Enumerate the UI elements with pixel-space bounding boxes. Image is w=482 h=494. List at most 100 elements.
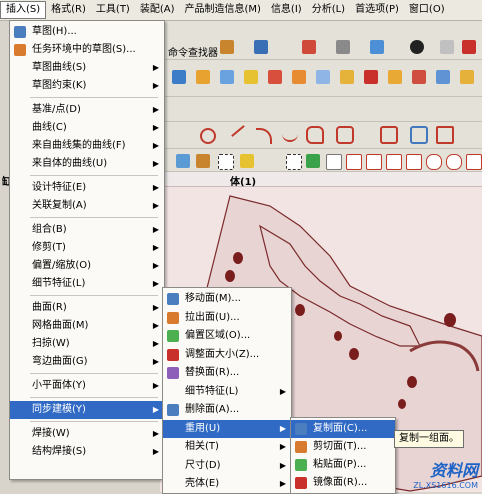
insert_menu-item-10[interactable]: 设计特征(E) ▶: [10, 179, 164, 197]
trim-body-icon[interactable]: [340, 70, 354, 84]
insert_menu-item-16[interactable]: 细节特征(L) ▶: [10, 275, 164, 293]
select-box-icon[interactable]: [218, 154, 234, 170]
render-cube-icon[interactable]: [440, 40, 454, 54]
insert_menu-item-8[interactable]: 来自体的曲线(U) ▶: [10, 155, 164, 173]
curve-on-surface-icon[interactable]: [336, 126, 354, 144]
hole-icon[interactable]: [196, 70, 210, 84]
point-icon[interactable]: [326, 154, 342, 170]
insert_menu-item-21[interactable]: 弯边曲面(G) ▶: [10, 353, 164, 371]
point-on-curve-icon[interactable]: [466, 154, 482, 170]
insert_menu-item-1[interactable]: 任务环境中的草图(S)...: [10, 41, 164, 59]
sync_menu-item-6[interactable]: 删除面(A)...: [163, 401, 291, 420]
insert_menu-item-14[interactable]: 修剪(T) ▶: [10, 239, 164, 257]
view-orient-icon[interactable]: [302, 40, 316, 54]
insert_menu-item-15[interactable]: 偏置/缩放(O) ▶: [10, 257, 164, 275]
insert_menu-item-7[interactable]: 来自曲线集的曲线(F) ▶: [10, 137, 164, 155]
move-handle-icon[interactable]: [306, 154, 320, 168]
boss-icon[interactable]: [220, 70, 234, 84]
insert_menu-item-11[interactable]: 关联复制(A) ▶: [10, 197, 164, 215]
menubar-item-1[interactable]: 格式(R): [46, 1, 91, 19]
select-face-icon[interactable]: [220, 40, 234, 54]
insert_menu-item-27[interactable]: 焊接(W) ▶: [10, 425, 164, 443]
reuse_menu-item-2[interactable]: 粘贴面(P)...: [291, 456, 395, 474]
sync_menu-item-label: 拉出面(U)...: [185, 311, 240, 323]
sync_menu-item-5[interactable]: 细节特征(L) ▶: [163, 383, 291, 402]
snap-icon[interactable]: [176, 154, 190, 168]
shade-icon[interactable]: [336, 40, 350, 54]
sync_menu-item-8[interactable]: 相关(T) ▶: [163, 438, 291, 457]
select-all-icon[interactable]: [240, 154, 254, 168]
shell-icon[interactable]: [292, 70, 306, 84]
sync_menu-item-9[interactable]: 尺寸(D) ▶: [163, 457, 291, 476]
submenu-arrow-icon: ▶: [279, 386, 286, 396]
center-point-icon[interactable]: [426, 154, 442, 170]
control-point-icon[interactable]: [386, 154, 402, 170]
rectangle-select-icon[interactable]: [286, 154, 302, 170]
insert_menu-item-28[interactable]: 结构焊接(S) ▶: [10, 443, 164, 461]
helix-icon[interactable]: [380, 126, 398, 144]
menubar-item-3[interactable]: 装配(A): [135, 1, 180, 19]
draft-icon[interactable]: [316, 70, 330, 84]
polygon-icon[interactable]: [436, 126, 454, 144]
insert_menu-item-label: 修剪(T): [32, 242, 66, 253]
insert_menu-item-23[interactable]: 小平面体(Y) ▶: [10, 377, 164, 395]
reuse_menu-item-1[interactable]: 剪切面(T)...: [291, 438, 395, 456]
pipe-icon[interactable]: [254, 40, 268, 54]
sync_menu-item-0[interactable]: 移动面(M)...: [163, 290, 291, 309]
intersection-icon[interactable]: [406, 154, 422, 170]
sew-icon[interactable]: [364, 70, 378, 84]
insert_menu-item-20[interactable]: 扫掠(W) ▶: [10, 335, 164, 353]
heart-curve-icon[interactable]: [306, 126, 324, 144]
cube-icon[interactable]: [370, 40, 384, 54]
menubar-item-5[interactable]: 信息(I): [266, 1, 307, 19]
pattern-icon[interactable]: [412, 70, 426, 84]
sync_menu-item-7[interactable]: 重用(U) ▶: [163, 419, 291, 438]
menu-separator: [30, 217, 158, 218]
command-finder-label[interactable]: 命令查找器: [168, 44, 218, 59]
menubar-item-0[interactable]: 插入(S): [0, 1, 47, 19]
sync_menu-item-1[interactable]: 拉出面(U)...: [163, 309, 291, 328]
filter-icon[interactable]: [196, 154, 210, 168]
insert_menu-item-19[interactable]: 网格曲面(M) ▶: [10, 317, 164, 335]
text-curve-icon[interactable]: [410, 126, 428, 144]
reuse_menu-item-0[interactable]: 复制面(C)...: [291, 420, 395, 438]
tooltip: 复制一组面。: [394, 430, 464, 448]
circle-icon[interactable]: [200, 128, 216, 144]
menubar-item-4[interactable]: 产品制造信息(M): [180, 1, 266, 19]
insert_menu-item-label: 草图约束(K): [32, 80, 87, 91]
insert_menu-item-label: 小平面体(Y): [32, 380, 86, 391]
submenu-arrow-icon: ▶: [152, 447, 159, 456]
insert_menu-item-18[interactable]: 曲面(R) ▶: [10, 299, 164, 317]
unite-icon[interactable]: [460, 70, 474, 84]
insert_menu-item-13[interactable]: 组合(B) ▶: [10, 221, 164, 239]
quadrant-icon[interactable]: [446, 154, 462, 170]
midpoint-icon[interactable]: [366, 154, 382, 170]
sync_menu-item-3[interactable]: 调整面大小(Z)...: [163, 346, 291, 365]
chamfer-icon[interactable]: [268, 70, 282, 84]
offset-face-icon[interactable]: [388, 70, 402, 84]
menubar-item-6[interactable]: 分析(L): [307, 1, 350, 19]
mirror-icon[interactable]: [436, 70, 450, 84]
submenu-arrow-icon: ▶: [279, 423, 286, 433]
insert_menu-item-0[interactable]: 草图(H)...: [10, 23, 164, 41]
endpoint-icon[interactable]: [346, 154, 362, 170]
insert_menu-item-label: 偏置/缩放(O): [32, 260, 92, 271]
mirror-face-icon: [295, 477, 307, 489]
menubar-item-7[interactable]: 首选项(P): [350, 1, 404, 19]
menubar-item-8[interactable]: 窗口(O): [404, 1, 450, 19]
sync_menu-item-10[interactable]: 壳体(E) ▶: [163, 475, 291, 494]
sync_menu-item-2[interactable]: 偏置区域(O)...: [163, 327, 291, 346]
insert_menu-item-25[interactable]: 同步建模(Y) ▶: [10, 401, 164, 419]
blend-icon[interactable]: [244, 70, 258, 84]
insert_menu-item-6[interactable]: 曲线(C) ▶: [10, 119, 164, 137]
insert_menu-item-5[interactable]: 基准/点(D) ▶: [10, 101, 164, 119]
contrast-icon[interactable]: [410, 40, 424, 54]
insert_menu-item-label: 曲面(R): [32, 302, 67, 313]
insert_menu-item-2[interactable]: 草图曲线(S) ▶: [10, 59, 164, 77]
red-cube-icon[interactable]: [462, 40, 476, 54]
sync_menu-item-4[interactable]: 替换面(R)...: [163, 364, 291, 383]
extrude-icon[interactable]: [172, 70, 186, 84]
reuse_menu-item-3[interactable]: 镜像面(R)...: [291, 474, 395, 492]
insert_menu-item-3[interactable]: 草图约束(K) ▶: [10, 77, 164, 95]
menubar-item-2[interactable]: 工具(T): [91, 1, 135, 19]
